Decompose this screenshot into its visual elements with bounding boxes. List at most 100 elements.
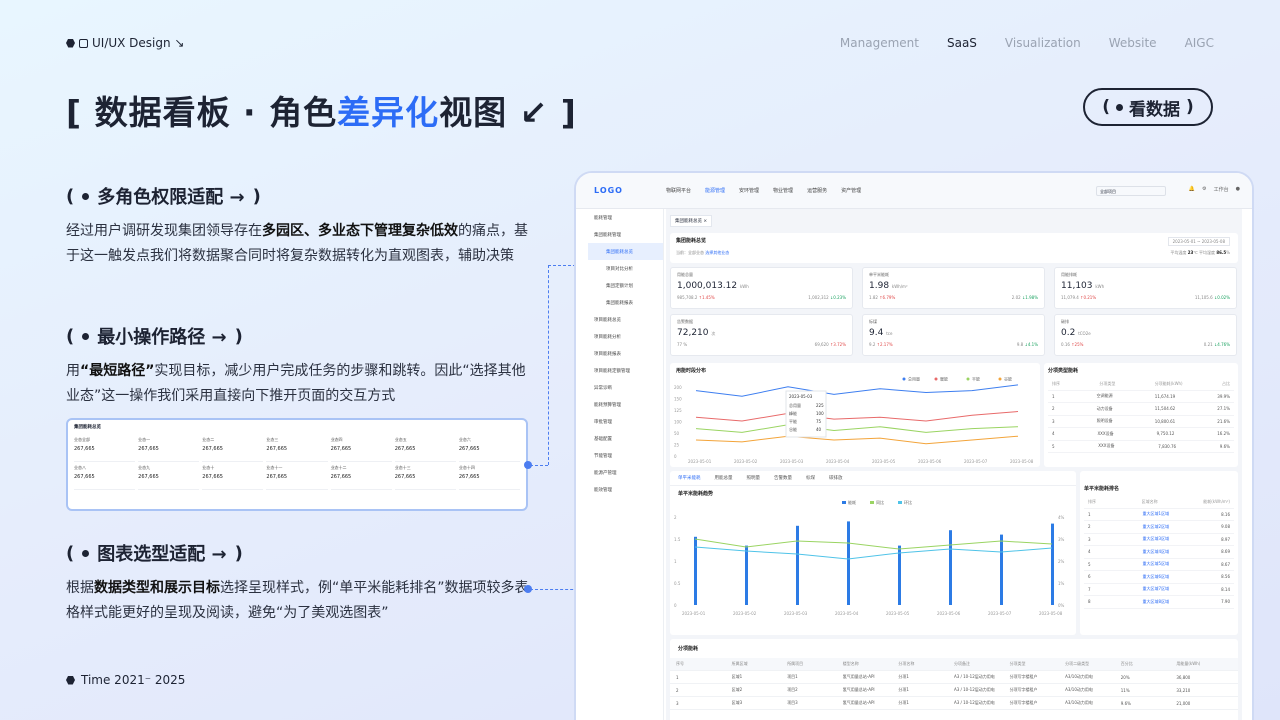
mini-row: 业态八 267,665 业态九 267,665 业态十 267,665 业态十一 267,66… bbox=[68, 462, 526, 490]
workbench-link[interactable]: 工作台 bbox=[1214, 186, 1229, 193]
trend-series-line bbox=[695, 435, 1019, 445]
kpi-footer: 11,079.4 ↑0.21% 11,105.6 ↓0.02% bbox=[1061, 295, 1230, 300]
table-row[interactable]: 8 重大区域8区域 7.90 bbox=[1084, 596, 1234, 609]
sidebar-item[interactable]: 集团能耗管理 bbox=[588, 226, 663, 243]
app-tab[interactable]: 物联网平台 bbox=[666, 187, 691, 194]
main-area: 集团能耗总览 × 集团能耗总览 当前：全部业态 选择其他业态 2023-05-0… bbox=[666, 209, 1242, 720]
mini-cell: 业态二 267,665 bbox=[202, 434, 264, 462]
gear-icon[interactable]: ⚙ bbox=[1202, 186, 1206, 193]
top-nav: Management SaaS Visualization Website AI… bbox=[840, 36, 1214, 50]
time-footer: Time 2021⁻ 2025 bbox=[66, 673, 185, 687]
metric-tab[interactable]: 单平米能耗 bbox=[678, 475, 701, 481]
nav-aigc[interactable]: AIGC bbox=[1185, 36, 1214, 50]
bar bbox=[847, 521, 850, 605]
sidebar-item[interactable]: 项目能耗报表 bbox=[588, 345, 663, 362]
sidebar-item[interactable]: 能耗预算管理 bbox=[588, 396, 663, 413]
app-tab[interactable]: 能源管理 bbox=[705, 187, 725, 194]
table-row[interactable]: 4 重大区域4区域 8.69 bbox=[1084, 546, 1234, 559]
legend-dot bbox=[998, 377, 1002, 381]
table-title: 分项能耗 bbox=[678, 646, 699, 652]
x-tick: 2023-05-03 bbox=[780, 459, 804, 464]
nav-visualization[interactable]: Visualization bbox=[1005, 36, 1081, 50]
metric-tab[interactable]: 用能总量 bbox=[715, 475, 733, 481]
mini-title: 集团能耗总览 bbox=[74, 425, 101, 430]
metric-tab[interactable]: 照明量 bbox=[747, 475, 761, 481]
tooltip-value: 225 bbox=[816, 403, 824, 408]
tooltip-value: 40 bbox=[816, 427, 822, 432]
metric-tab[interactable]: 标煤 bbox=[806, 475, 815, 481]
x-tick: 2023-05-05 bbox=[872, 459, 896, 464]
table-row: 4 XXX设备 9,750.12 16.2% bbox=[1048, 428, 1234, 441]
legend-swatch bbox=[842, 501, 846, 504]
sidebar-item[interactable]: 项目对比分析 bbox=[588, 260, 663, 277]
app-tab[interactable]: 资产管理 bbox=[841, 187, 861, 194]
x-tick: 2023-05-01 bbox=[682, 611, 706, 616]
table-row[interactable]: 6 重大区域6区域 8.56 bbox=[1084, 571, 1234, 584]
x-tick: 2023-05-02 bbox=[733, 611, 757, 616]
trend-title: 用能时段分布 bbox=[676, 368, 707, 374]
y-tick: 150 bbox=[674, 397, 682, 402]
nav-management[interactable]: Management bbox=[840, 36, 919, 50]
sidebar-item[interactable]: 集团能耗报表 bbox=[588, 294, 663, 311]
hexagon-icon bbox=[66, 38, 75, 48]
app-tab[interactable]: 运营服务 bbox=[807, 187, 827, 194]
kpi-label: 单平米能耗 bbox=[869, 272, 889, 277]
kpi-label: 碳排 bbox=[1061, 319, 1069, 324]
view-data-button[interactable]: (看数据) bbox=[1083, 88, 1213, 126]
metric-tab[interactable]: 碳排放 bbox=[829, 475, 843, 481]
app-tab[interactable]: 物业管理 bbox=[773, 187, 793, 194]
table-row[interactable]: 3 重大区域3区域 8.97 bbox=[1084, 534, 1234, 546]
legend-label: 平能 bbox=[972, 376, 980, 382]
bar bbox=[745, 545, 748, 605]
sidebar-item[interactable]: 能效管理 bbox=[588, 481, 663, 498]
ranking-panel: 单平米能耗排名 排序 区域名称 能耗(kWh/m²) 1 重大区域1区域 8.16 2 重大区… bbox=[1080, 471, 1238, 635]
title-post: 视图 ↙ ] bbox=[439, 93, 577, 132]
metric-tab[interactable]: 告警数量 bbox=[774, 475, 792, 481]
detail-table: 序号 所属区域 所属项目 楼型名称 分项名称 分项备注 分项类型 分项二级类型 百分比 用能量(k… bbox=[670, 658, 1238, 710]
sidebar-item[interactable]: 审批管理 bbox=[588, 413, 663, 430]
switch-scope-link[interactable]: 选择其他业态 bbox=[705, 250, 729, 255]
x-tick: 2023-05-08 bbox=[1039, 611, 1063, 616]
breadcrumb-tab[interactable]: 集团能耗总览 × bbox=[670, 215, 713, 227]
x-tick: 2023-05-07 bbox=[988, 611, 1012, 616]
mini-cell: 业态十 267,665 bbox=[202, 462, 264, 490]
y-tick: 25 bbox=[674, 443, 680, 448]
yoy-line bbox=[694, 538, 1053, 550]
sidebar-item[interactable]: 项目能耗定额管理 bbox=[588, 362, 663, 379]
nav-website[interactable]: Website bbox=[1109, 36, 1157, 50]
app-tab[interactable]: 安环管理 bbox=[739, 187, 759, 194]
table-row[interactable]: 1 重大区域1区域 8.16 bbox=[1084, 509, 1234, 521]
sidebar-item[interactable]: 异常诊断 bbox=[588, 379, 663, 396]
sidebar-item[interactable]: 项目能耗分析 bbox=[588, 328, 663, 345]
date-range-picker[interactable]: 2023-05-01 ~ 2023-05-08 bbox=[1167, 237, 1230, 246]
project-select[interactable]: 全部项目 bbox=[1096, 186, 1166, 196]
table-header: 序号 所属区域 所属项目 楼型名称 分项名称 分项备注 分项类型 分项二级类型 百分比 用能量(k… bbox=[670, 658, 1238, 671]
tooltip-value: 100 bbox=[816, 411, 824, 416]
section-heading: (多角色权限适配 →) bbox=[66, 185, 261, 209]
section-chart-types: (图表选型适配 →) 根据数据类型和展示目标选择呈现样式，例“单平米能耗排名”数… bbox=[66, 540, 536, 626]
sidebar-item[interactable]: 基础配置 bbox=[588, 430, 663, 447]
title-pre: [ 数据看板 · 角色 bbox=[66, 93, 338, 132]
avatar[interactable]: ● bbox=[1236, 186, 1240, 193]
mini-preview-card: 集团能耗总览 业态全部 267,665 业态一 267,665 业态二 267,665 业态… bbox=[66, 418, 528, 511]
section-roles: (多角色权限适配 →) 经过用户调研发现集团领导存在多园区、多业态下管理复杂低效… bbox=[66, 183, 536, 269]
bar bbox=[949, 530, 952, 605]
kpi-label: 告警数据 bbox=[677, 319, 693, 324]
sidebar-item[interactable]: 集团定额计划 bbox=[588, 277, 663, 294]
sidebar-item[interactable]: 能耗管理 bbox=[588, 209, 663, 226]
table-header: 排序 区域名称 能耗(kWh/m²) bbox=[1084, 496, 1234, 509]
sidebar-item[interactable]: 项目能耗总览 bbox=[588, 311, 663, 328]
table-row[interactable]: 2 重大区域2区域 9.08 bbox=[1084, 521, 1234, 534]
nav-saas[interactable]: SaaS bbox=[947, 36, 977, 50]
sidebar-item[interactable]: 节能管理 bbox=[588, 447, 663, 464]
sidebar-item[interactable]: 能源产管理 bbox=[588, 464, 663, 481]
y-tick: 100 bbox=[674, 420, 682, 425]
category-table: 排序 分项类型 分项能耗(kWh) 占比 1 空调能源 11,674.19 39.9% 2 动力设… bbox=[1048, 378, 1234, 453]
bell-icon[interactable]: 🔔 bbox=[1189, 186, 1195, 193]
sidebar-item[interactable]: 集团能耗总览 bbox=[588, 243, 663, 260]
section-text: 经过用户调研发现集团领导存在多园区、多业态下管理复杂低效的痛点，基于这一触发点我… bbox=[66, 223, 528, 264]
table-row[interactable]: 5 重大区域5区域 8.67 bbox=[1084, 559, 1234, 571]
kpi-footer: 9.2 ↑2.17% 9.8 ↓4.1% bbox=[869, 342, 1038, 347]
legend-swatch bbox=[898, 501, 902, 504]
table-row[interactable]: 7 重大区域7区域 8.14 bbox=[1084, 584, 1234, 596]
